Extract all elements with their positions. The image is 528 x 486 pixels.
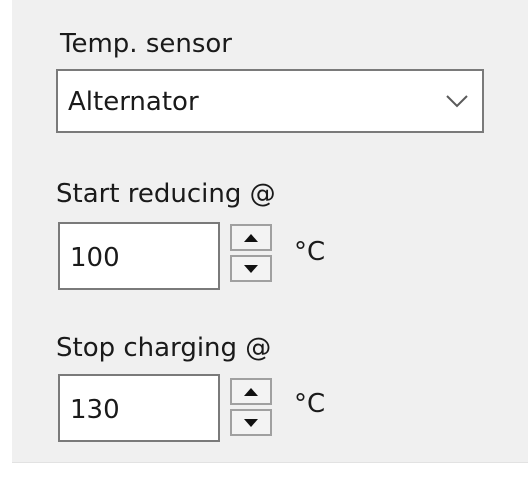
temp-sensor-label: Temp. sensor (60, 29, 232, 59)
stop-charging-value: 130 (70, 395, 120, 425)
start-reducing-spinner (230, 224, 274, 284)
stop-charging-increment-button[interactable] (230, 378, 272, 405)
arrow-up-icon (244, 233, 258, 242)
stop-charging-unit: °C (294, 389, 326, 419)
start-reducing-unit: °C (294, 237, 326, 267)
start-reducing-decrement-button[interactable] (230, 255, 272, 282)
stop-charging-spinner (230, 378, 274, 438)
temp-sensor-dropdown[interactable]: Alternator (56, 69, 484, 133)
start-reducing-label: Start reducing @ (56, 179, 276, 209)
start-reducing-value: 100 (70, 243, 120, 273)
stop-charging-label: Stop charging @ (56, 333, 272, 363)
temp-sensor-selected-value: Alternator (68, 87, 199, 117)
arrow-down-icon (244, 264, 258, 273)
start-reducing-increment-button[interactable] (230, 224, 272, 251)
chevron-down-icon (446, 95, 468, 108)
arrow-up-icon (244, 387, 258, 396)
arrow-down-icon (244, 418, 258, 427)
start-reducing-input[interactable]: 100 (58, 222, 220, 290)
stop-charging-input[interactable]: 130 (58, 374, 220, 442)
stop-charging-decrement-button[interactable] (230, 409, 272, 436)
